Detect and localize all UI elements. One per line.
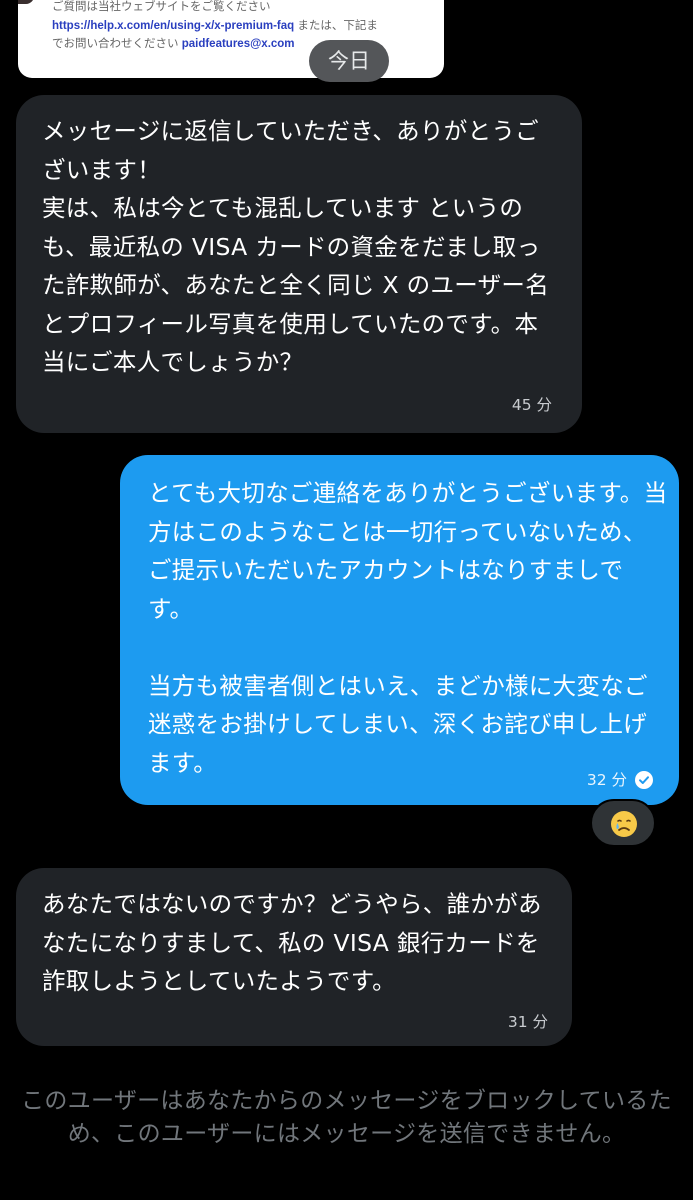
attachment-email-link: paidfeatures@x.com: [181, 38, 295, 50]
message-text: とても大切なご連絡をありがとうございます。当方はこのようなことは一切行っていない…: [148, 479, 668, 777]
reaction-badge[interactable]: [590, 799, 656, 847]
message-text: メッセージに返信していただき、ありがとうございます！ 実は、私は今とても混乱して…: [42, 117, 549, 376]
message-timestamp: 32 分: [586, 771, 627, 789]
crying-face-icon: [611, 811, 637, 837]
attachment-text-line2: https://help.x.com/en/using-x/x-premium-…: [52, 19, 378, 33]
read-check-icon: [635, 771, 653, 789]
avatar: [18, 0, 34, 4]
attachment-text-line3-pre: でお問い合わせください: [52, 38, 182, 50]
message-bubble-sent[interactable]: とても大切なご連絡をありがとうございます。当方はこのようなことは一切行っていない…: [120, 455, 679, 805]
message-text: あなたではないのですか？どうやら、誰かがあなたになりすまして、私の VISA 銀…: [42, 890, 542, 995]
attachment-text-line3: でお問い合わせください paidfeatures@x.com: [52, 37, 295, 51]
message-timestamp: 45 分: [511, 396, 552, 414]
attachment-text-line2-rest: または、下記ま: [294, 20, 378, 32]
attachment-text-line1: ご質問は当社ウェブサイトをご覧ください: [52, 1, 271, 13]
attachment-faq-link: https://help.x.com/en/using-x/x-premium-…: [52, 20, 295, 32]
date-separator: 今日: [309, 40, 389, 82]
blocked-notice: このユーザーはあなたからのメッセージをブロックしているため、このユーザーにはメッ…: [21, 1088, 672, 1147]
message-bubble-received[interactable]: メッセージに返信していただき、ありがとうございます！ 実は、私は今とても混乱して…: [16, 95, 582, 433]
message-timestamp: 31 分: [507, 1013, 548, 1031]
message-bubble-received[interactable]: あなたではないのですか？どうやら、誰かがあなたになりすまして、私の VISA 銀…: [16, 868, 572, 1046]
